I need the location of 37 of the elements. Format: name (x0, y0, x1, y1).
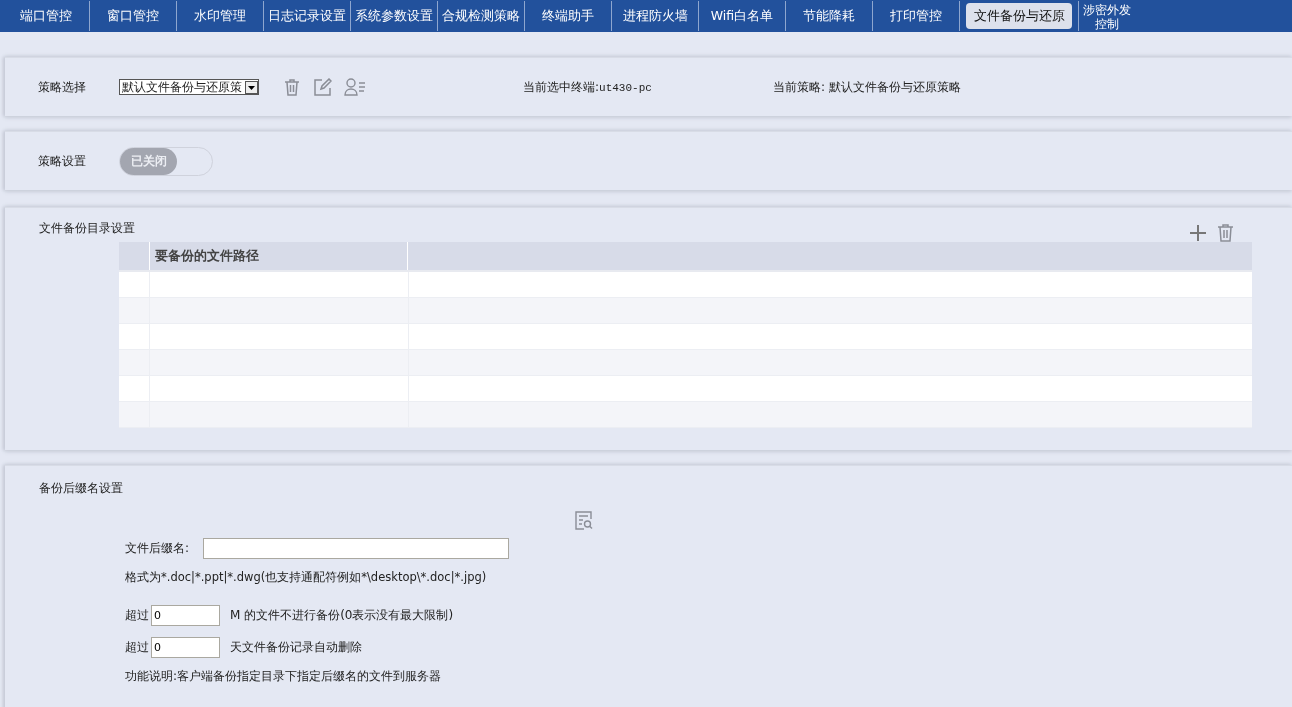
nav-tab[interactable]: 涉密外发控制 (1079, 3, 1135, 29)
nav-tab[interactable]: 日志记录设置 (264, 3, 350, 29)
description-text: 功能说明:客户端备份指定目录下指定后缀名的文件到服务器 (125, 667, 442, 685)
edit-icon[interactable] (313, 77, 332, 97)
nav-tab[interactable]: 终端助手 (525, 3, 611, 29)
nav-tab[interactable]: 端口管控 (3, 3, 89, 29)
delete-icon[interactable] (283, 78, 301, 96)
column-header: 要备份的文件路径 (150, 242, 408, 270)
days-prefix-label: 超过 (125, 638, 149, 656)
days-suffix-label: 天文件备份记录自动删除 (230, 638, 362, 656)
nav-tab[interactable]: 打印管控 (873, 3, 959, 29)
nav-tab[interactable]: 水印管理 (177, 3, 263, 29)
nav-tab[interactable]: 合规检测策略 (438, 3, 524, 29)
nav-tab[interactable]: 进程防火墙 (612, 3, 698, 29)
section-title: 文件备份目录设置 (39, 220, 135, 237)
nav-tab[interactable]: Wifi白名单 (699, 3, 785, 29)
size-prefix-label: 超过 (125, 606, 149, 624)
size-limit-input[interactable]: 0 (151, 604, 220, 626)
suffix-label: 文件后缀名: (125, 539, 190, 557)
suffix-input[interactable] (203, 537, 510, 559)
section-title: 备份后缀名设置 (39, 480, 123, 497)
nav-tab[interactable]: 系统参数设置 (351, 3, 437, 29)
search-document-icon[interactable] (574, 511, 593, 530)
add-icon[interactable] (1189, 224, 1207, 242)
current-terminal-text: 当前选中终端:ut430-pc (523, 78, 653, 96)
nav-tab[interactable]: 节能降耗 (786, 3, 872, 29)
format-hint: 格式为*.doc|*.ppt|*.dwg(也支持通配符例如*\desktop\*.doc|*.jpg) (125, 569, 487, 585)
size-suffix-label: M 的文件不进行备份(0表示没有最大限制) (230, 606, 454, 624)
current-policy-text: 当前策略: 默认文件备份与还原策略 (773, 78, 961, 96)
policy-select-label: 策略选择 (38, 78, 87, 96)
nav-tab[interactable]: 文件备份与还原 (966, 3, 1072, 29)
policy-select[interactable]: 默认文件备份与还原策 (119, 79, 259, 95)
days-input[interactable]: 0 (151, 636, 220, 658)
delete-icon[interactable] (1217, 224, 1234, 242)
policy-setting-label: 策略设置 (38, 152, 87, 170)
nav-tab[interactable]: 窗口管控 (90, 3, 176, 29)
user-list-icon[interactable] (344, 78, 366, 96)
